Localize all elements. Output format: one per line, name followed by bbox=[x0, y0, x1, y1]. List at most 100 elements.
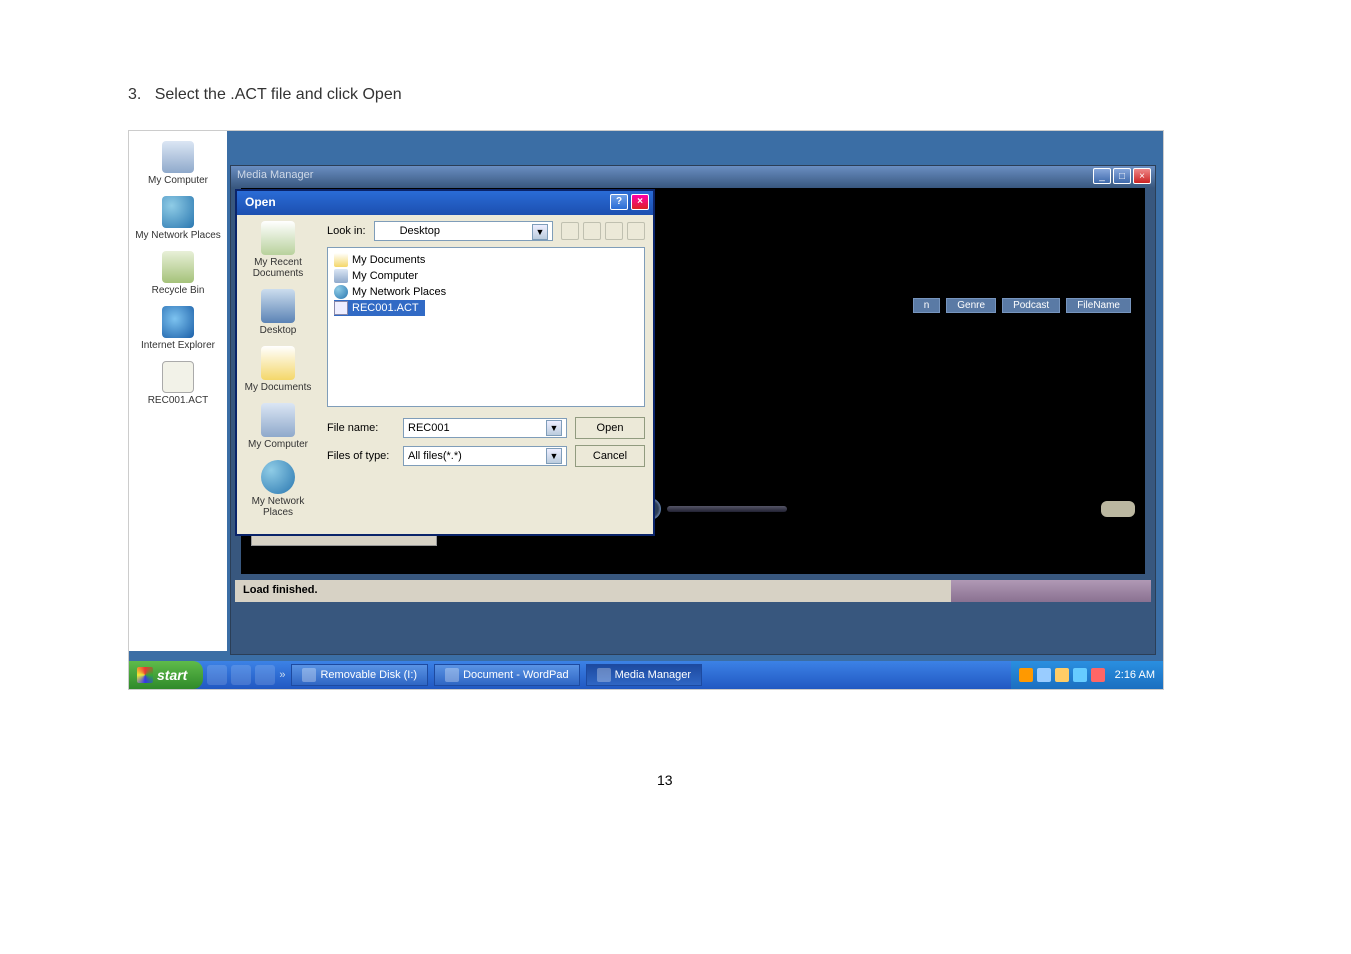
taskbar-item[interactable]: Document - WordPad bbox=[434, 664, 580, 686]
status-text: Load finished. bbox=[243, 584, 318, 596]
desktop-icon[interactable]: REC001.ACT bbox=[129, 361, 227, 406]
taskbar-item[interactable]: Removable Disk (I:) bbox=[291, 664, 428, 686]
taskbar-item-icon bbox=[445, 668, 459, 682]
file-type-icon bbox=[334, 269, 348, 283]
file-label: My Computer bbox=[352, 270, 418, 282]
file-type-icon bbox=[334, 253, 348, 267]
places-item[interactable]: My Recent Documents bbox=[237, 221, 319, 279]
places-item[interactable]: Desktop bbox=[237, 289, 319, 336]
taskbar-item-label: Removable Disk (I:) bbox=[320, 669, 417, 681]
places-item[interactable]: My Documents bbox=[237, 346, 319, 393]
column-header[interactable]: FileName bbox=[1066, 298, 1131, 313]
filename-label: File name: bbox=[327, 422, 395, 434]
column-header[interactable]: Genre bbox=[946, 298, 996, 313]
taskbar-item-icon bbox=[597, 668, 611, 682]
help-button[interactable]: ? bbox=[610, 194, 628, 210]
file-label: My Network Places bbox=[352, 286, 446, 298]
file-type-icon bbox=[334, 285, 348, 299]
tray-icon[interactable] bbox=[1091, 668, 1105, 682]
file-item[interactable]: My Network Places bbox=[334, 284, 638, 300]
desktop-icon-label: My Network Places bbox=[129, 230, 227, 241]
places-label: My Network Places bbox=[237, 496, 319, 518]
places-icon bbox=[261, 403, 295, 437]
taskbar-item-label: Document - WordPad bbox=[463, 669, 569, 681]
lookin-value: Desktop bbox=[400, 225, 440, 237]
desktop-icon-label: REC001.ACT bbox=[129, 395, 227, 406]
places-label: My Documents bbox=[237, 382, 319, 393]
file-item[interactable]: My Documents bbox=[334, 252, 638, 268]
places-bar: My Recent Documents Desktop My Documents My… bbox=[237, 215, 319, 534]
places-icon bbox=[261, 346, 295, 380]
filename-value: REC001 bbox=[408, 422, 450, 434]
filetype-dropdown-icon[interactable]: ▼ bbox=[546, 448, 562, 464]
filetype-label: Files of type: bbox=[327, 450, 395, 462]
places-icon bbox=[261, 289, 295, 323]
instruction-line: 3. Select the .ACT file and click Open bbox=[128, 86, 402, 104]
filename-dropdown-icon[interactable]: ▼ bbox=[546, 420, 562, 436]
player-cap-right bbox=[1101, 501, 1135, 517]
desktop-icon-label: Internet Explorer bbox=[129, 340, 227, 351]
desktop-icon bbox=[379, 224, 393, 238]
tray-icon[interactable] bbox=[1073, 668, 1087, 682]
desktop-icon-image bbox=[162, 251, 194, 283]
instruction-text: Select the .ACT file and click Open bbox=[155, 86, 402, 103]
tray-icon[interactable] bbox=[1037, 668, 1051, 682]
desktop-icon[interactable]: My Network Places bbox=[129, 196, 227, 241]
tray-icon[interactable] bbox=[1019, 668, 1033, 682]
desktop-icon-image bbox=[162, 361, 194, 393]
desktop-icon-label: My Computer bbox=[129, 175, 227, 186]
places-label: My Recent Documents bbox=[237, 257, 319, 279]
open-dialog-titlebar[interactable]: Open ? × bbox=[237, 191, 653, 215]
back-icon[interactable] bbox=[561, 222, 579, 240]
places-icon bbox=[261, 221, 295, 255]
desktop-area: My Computer My Network Places Recycle Bin I… bbox=[129, 131, 227, 651]
lookin-select[interactable]: Desktop ▼ bbox=[374, 221, 553, 241]
desktop-icon[interactable]: Recycle Bin bbox=[129, 251, 227, 296]
close-button[interactable]: × bbox=[1133, 168, 1151, 184]
media-manager-statusbar: Load finished. bbox=[235, 580, 1151, 602]
desktop-icon[interactable]: My Computer bbox=[129, 141, 227, 186]
file-type-icon bbox=[334, 301, 348, 315]
desktop-icon[interactable]: Internet Explorer bbox=[129, 306, 227, 351]
file-item[interactable]: My Computer bbox=[334, 268, 638, 284]
media-manager-columns: n Genre Podcast FileName bbox=[913, 298, 1131, 313]
desktop-icon-image bbox=[162, 306, 194, 338]
tray-clock: 2:16 AM bbox=[1115, 669, 1155, 681]
start-label: start bbox=[157, 667, 187, 683]
column-header[interactable]: Podcast bbox=[1002, 298, 1060, 313]
places-label: My Computer bbox=[237, 439, 319, 450]
column-header[interactable]: n bbox=[913, 298, 941, 313]
file-list[interactable]: My Documents My Computer My Network Places… bbox=[327, 247, 645, 407]
quicklaunch-ie-icon[interactable] bbox=[207, 665, 227, 685]
dropdown-arrow-icon[interactable]: ▼ bbox=[532, 224, 548, 240]
media-manager-titlebar[interactable]: Media Manager _ □ × bbox=[231, 166, 1155, 188]
places-item[interactable]: My Network Places bbox=[237, 460, 319, 518]
taskbar-item[interactable]: Media Manager bbox=[586, 664, 702, 686]
taskbar-item-icon bbox=[302, 668, 316, 682]
dialog-close-button[interactable]: × bbox=[631, 194, 649, 210]
open-button[interactable]: Open bbox=[575, 417, 645, 439]
system-tray: 2:16 AM bbox=[1011, 661, 1163, 689]
maximize-button[interactable]: □ bbox=[1113, 168, 1131, 184]
quicklaunch-desktop-icon[interactable] bbox=[231, 665, 251, 685]
filetype-select[interactable]: All files(*.*) ▼ bbox=[403, 446, 567, 466]
quicklaunch-media-icon[interactable] bbox=[255, 665, 275, 685]
file-label: My Documents bbox=[352, 254, 425, 266]
lookin-label: Look in: bbox=[327, 225, 366, 237]
volume-slider[interactable] bbox=[667, 506, 787, 512]
start-button[interactable]: start bbox=[129, 661, 203, 689]
filename-input[interactable]: REC001 ▼ bbox=[403, 418, 567, 438]
up-icon[interactable] bbox=[583, 222, 601, 240]
new-folder-icon[interactable] bbox=[605, 222, 623, 240]
views-icon[interactable] bbox=[627, 222, 645, 240]
desktop-icon-label: Recycle Bin bbox=[129, 285, 227, 296]
places-label: Desktop bbox=[237, 325, 319, 336]
minimize-button[interactable]: _ bbox=[1093, 168, 1111, 184]
cancel-button[interactable]: Cancel bbox=[575, 445, 645, 467]
taskbar: start » Removable Disk (I:)Document - Wo… bbox=[129, 661, 1163, 689]
open-dialog-title: Open bbox=[245, 195, 276, 209]
file-item[interactable]: REC001.ACT bbox=[334, 300, 425, 316]
places-item[interactable]: My Computer bbox=[237, 403, 319, 450]
screenshot-container: My Computer My Network Places Recycle Bin I… bbox=[128, 130, 1164, 690]
tray-icon[interactable] bbox=[1055, 668, 1069, 682]
